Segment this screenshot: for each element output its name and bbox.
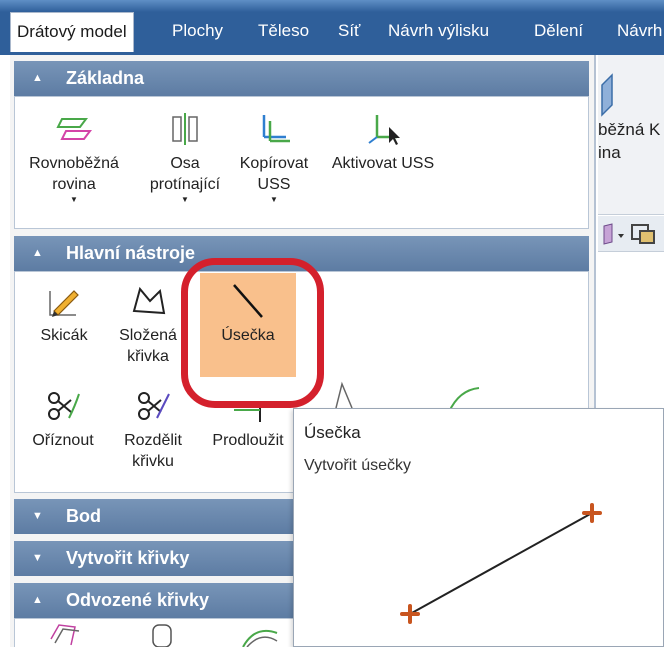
- section-title: Vytvořit křivky: [66, 548, 190, 568]
- end-point-marker: [582, 503, 602, 523]
- tab-overflow[interactable]: Návrh: [617, 12, 662, 52]
- dropdown-arrow-icon[interactable]: ▼: [15, 195, 133, 205]
- tool-label: Osa: [170, 155, 200, 172]
- tool-label: Složená: [119, 327, 177, 344]
- ucs-copy-icon: [262, 115, 290, 143]
- tool-label: Aktivovat USS: [331, 155, 435, 172]
- collapse-arrow-icon: ▲: [32, 594, 43, 606]
- tab-mesh[interactable]: Síť: [338, 12, 360, 52]
- tab-mold-design[interactable]: Návrh výlisku: [388, 12, 489, 52]
- tool-label: Oříznout: [32, 432, 94, 449]
- parallel-plane-icon: [56, 118, 92, 140]
- collapse-arrow-icon: ▲: [32, 247, 43, 259]
- line-preview-illustration: [400, 503, 602, 624]
- composite-curve-icon: [132, 286, 166, 315]
- tab-wireframe[interactable]: Drátový model: [10, 12, 134, 52]
- trim-tool[interactable]: Oříznout: [20, 388, 106, 451]
- section-title: Bod: [66, 506, 101, 526]
- intersecting-axis-tool[interactable]: Osa protínající ▼: [137, 111, 233, 205]
- ucs-activate-icon: [368, 115, 400, 145]
- tool-label: Prodloužit: [212, 432, 284, 449]
- section-title: Základna: [66, 68, 145, 88]
- right-tool-label-1: běžná K: [598, 120, 661, 139]
- section-header-basic[interactable]: ▲ Základna: [14, 61, 589, 96]
- scissors-split-icon: [138, 392, 170, 420]
- tool-label: USS: [257, 176, 291, 193]
- parallel-plane-tool[interactable]: Rovnoběžná rovina ▼: [15, 111, 133, 205]
- composite-curve-tool[interactable]: Složená křivka: [110, 283, 186, 367]
- hidden-tool-icons: [335, 381, 353, 409]
- expand-arrow-icon: ▼: [32, 552, 43, 564]
- copy-ucs-tool[interactable]: Kopírovat USS ▼: [229, 111, 319, 205]
- tab-solid[interactable]: Těleso: [258, 12, 309, 52]
- start-point-marker: [400, 604, 420, 624]
- callout-ring: [181, 258, 324, 408]
- tool-label: Kopírovat: [239, 155, 309, 172]
- tool-label: rovina: [52, 176, 96, 193]
- right-tool-label-2: ina: [598, 143, 621, 162]
- section-title: Hlavní nástroje: [66, 243, 196, 263]
- tool-label: protínající: [149, 176, 221, 193]
- tool-label: Rovnoběžná: [29, 155, 119, 172]
- view-cube-icon[interactable]: [598, 216, 664, 252]
- section-title: Odvozené křivky: [66, 590, 210, 610]
- expand-arrow-icon: ▼: [32, 510, 43, 522]
- scissors-trim-icon: [48, 392, 80, 420]
- sketch-tool[interactable]: Skicák: [24, 283, 104, 346]
- tool-label: křivka: [127, 348, 169, 365]
- tab-bar-gradient: [0, 0, 664, 12]
- dropdown-arrow-icon[interactable]: ▼: [229, 195, 319, 205]
- tool-label: křivku: [132, 453, 174, 470]
- dropdown-arrow-icon[interactable]: ▼: [137, 195, 233, 205]
- tool-label: Skicák: [40, 327, 88, 344]
- derived-curve-icons: [50, 624, 278, 647]
- right-toolbar-strip: [598, 216, 664, 252]
- axis-icon: [172, 113, 198, 145]
- ribbon-tab-bar: Drátový model Plochy Těleso Síť Návrh vý…: [0, 0, 664, 55]
- section-body-basic: Rovnoběžná rovina ▼ Osa protínající ▼ Ko…: [14, 96, 589, 229]
- line-tooltip: Úsečka Vytvořit úsečky: [293, 408, 664, 647]
- split-curve-tool[interactable]: Rozdělit křivku: [112, 388, 194, 472]
- tab-split[interactable]: Dělení: [534, 12, 583, 52]
- tab-surfaces[interactable]: Plochy: [172, 12, 223, 52]
- collapse-arrow-icon: ▲: [32, 72, 43, 84]
- activate-ucs-tool[interactable]: Aktivovat USS: [321, 111, 445, 174]
- tool-label: Rozdělit: [124, 432, 182, 449]
- sketch-icon: [49, 290, 79, 317]
